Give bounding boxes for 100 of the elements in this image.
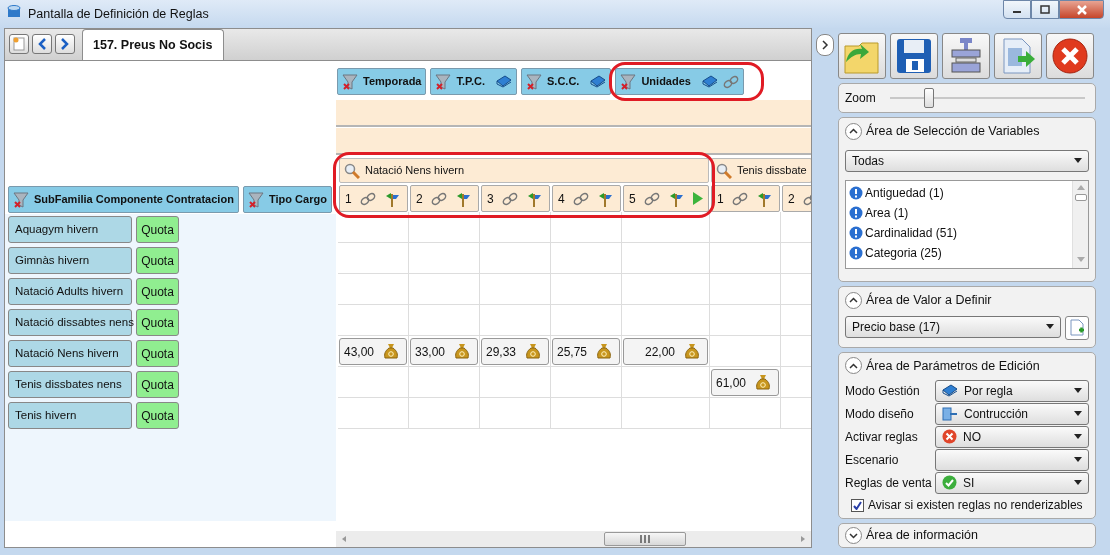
design-icon bbox=[942, 406, 958, 421]
minimize-button[interactable] bbox=[1003, 0, 1031, 19]
chevron-up-icon bbox=[849, 128, 858, 135]
link-icon bbox=[731, 191, 748, 206]
type-button[interactable]: Quota bbox=[136, 402, 179, 429]
column-header[interactable]: 3 bbox=[481, 185, 550, 212]
variable-item[interactable]: Cardinalidad (51) bbox=[849, 222, 958, 243]
type-button[interactable]: Quota bbox=[136, 216, 179, 243]
money-bag-icon bbox=[685, 343, 699, 360]
dimension-chip[interactable]: SubFamilia Componente Contratacion bbox=[8, 186, 239, 213]
variable-item[interactable]: Area (1) bbox=[849, 202, 958, 223]
row-header-button[interactable]: Gimnàs hivern bbox=[8, 247, 132, 274]
section-title: Área de Selección de Variables bbox=[866, 122, 1040, 140]
column-header[interactable]: 5 bbox=[623, 185, 709, 212]
press-button[interactable] bbox=[942, 33, 990, 79]
export-button[interactable] bbox=[994, 33, 1042, 79]
filter-dropdown[interactable]: Todas bbox=[845, 149, 1089, 172]
row-header-button[interactable]: Aquagym hivern bbox=[8, 216, 132, 243]
collapse-panel-button[interactable] bbox=[816, 34, 834, 56]
grid-cell bbox=[480, 212, 551, 243]
group-header[interactable]: Tenis dissbate bbox=[711, 158, 811, 183]
dimension-chip[interactable]: Tipo Cargo bbox=[243, 186, 332, 213]
column-header[interactable]: 4 bbox=[552, 185, 621, 212]
previous-button[interactable] bbox=[32, 34, 52, 54]
field-label: Modo Gestión bbox=[845, 382, 921, 400]
close-button[interactable] bbox=[1059, 0, 1104, 19]
dimension-chip[interactable]: S.C.C. bbox=[521, 68, 612, 95]
dimension-chip[interactable]: T.P.C. bbox=[430, 68, 517, 95]
grid-cell bbox=[338, 398, 409, 429]
field-dropdown[interactable] bbox=[935, 448, 1089, 471]
row-header-button[interactable]: Tenis hivern bbox=[8, 402, 132, 429]
field-dropdown[interactable]: NO bbox=[935, 425, 1089, 448]
value-cell[interactable]: 25,75 bbox=[552, 338, 620, 365]
grid-cell bbox=[338, 274, 409, 305]
chevron-up-icon bbox=[849, 362, 858, 369]
dimension-chip[interactable]: Temporada bbox=[337, 68, 427, 95]
caret-icon bbox=[1074, 158, 1082, 164]
row-header-button[interactable]: Natació Adults hivern bbox=[8, 278, 132, 305]
group-header[interactable]: Natació Nens hivern bbox=[339, 158, 709, 183]
value-cell[interactable]: 22,00 bbox=[623, 338, 708, 365]
link-icon bbox=[572, 191, 589, 206]
type-button[interactable]: Quota bbox=[136, 278, 179, 305]
grid-cell bbox=[710, 243, 781, 274]
variable-item[interactable]: Categoria (25) bbox=[849, 242, 958, 263]
add-document-button[interactable] bbox=[1065, 315, 1089, 340]
cancel-button[interactable] bbox=[1046, 33, 1094, 79]
maximize-button[interactable] bbox=[1031, 0, 1059, 19]
grid-cell bbox=[338, 243, 409, 274]
expander-button[interactable] bbox=[845, 122, 862, 140]
slider-thumb[interactable] bbox=[923, 88, 934, 108]
scrollbar-thumb[interactable] bbox=[604, 532, 686, 546]
variable-item[interactable]: Antiguedad (1) bbox=[849, 182, 958, 203]
caret-icon bbox=[1046, 324, 1054, 329]
row-header-button[interactable]: Tenis dissbates nens bbox=[8, 371, 132, 398]
field-label: Reglas de venta bbox=[845, 474, 933, 492]
magnifier-icon bbox=[716, 162, 732, 179]
tab[interactable]: 157. Preus No Socis bbox=[82, 29, 224, 60]
column-header[interactable]: 1 bbox=[711, 185, 780, 212]
magnifier-icon bbox=[344, 162, 360, 179]
expander-button[interactable] bbox=[845, 291, 862, 309]
info-icon bbox=[849, 225, 863, 240]
expander-button[interactable] bbox=[845, 357, 862, 375]
info-icon bbox=[849, 205, 863, 220]
value-cell[interactable]: 61,00 bbox=[711, 369, 779, 396]
column-header[interactable]: 1 bbox=[339, 185, 408, 212]
value-dropdown[interactable]: Precio base (17) bbox=[845, 315, 1061, 338]
expander-button[interactable] bbox=[845, 527, 862, 545]
checkbox[interactable] bbox=[851, 498, 864, 512]
field-dropdown[interactable]: Contrucción bbox=[935, 402, 1089, 425]
row-header-button[interactable]: Natació dissabtes nens bbox=[8, 309, 132, 336]
row-header-button[interactable]: Natació Nens hivern bbox=[8, 340, 132, 367]
type-button[interactable]: Quota bbox=[136, 247, 179, 274]
grid-cell bbox=[710, 212, 781, 243]
grid-cell bbox=[338, 212, 409, 243]
money-bag-icon bbox=[526, 343, 540, 360]
chevron-up-icon bbox=[849, 297, 858, 304]
caret-icon bbox=[1074, 457, 1082, 463]
value-cell[interactable]: 43,00 bbox=[339, 338, 407, 365]
value-cell[interactable]: 29,33 bbox=[481, 338, 549, 365]
money-bag-icon bbox=[597, 343, 611, 360]
section-title: Área de información bbox=[866, 526, 978, 545]
value-cell[interactable]: 33,00 bbox=[410, 338, 478, 365]
money-bag-icon bbox=[756, 374, 770, 391]
column-header[interactable]: 2 bbox=[410, 185, 479, 212]
save-button[interactable] bbox=[890, 33, 938, 79]
field-dropdown[interactable]: SI bbox=[935, 471, 1089, 494]
dimension-chip[interactable]: Unidades bbox=[615, 68, 744, 95]
cross-icon bbox=[942, 429, 957, 445]
column-header[interactable]: 2 bbox=[782, 185, 811, 212]
scroll-right-icon bbox=[799, 535, 807, 543]
field-dropdown[interactable]: Por regla bbox=[935, 379, 1089, 402]
new-document-button[interactable] bbox=[9, 34, 29, 54]
next-button[interactable] bbox=[55, 34, 75, 54]
type-button[interactable]: Quota bbox=[136, 309, 179, 336]
book-icon bbox=[942, 384, 958, 398]
type-button[interactable]: Quota bbox=[136, 371, 179, 398]
open-folder-button[interactable] bbox=[838, 33, 886, 79]
scrollbar-thumb[interactable] bbox=[1074, 193, 1087, 201]
type-button[interactable]: Quota bbox=[136, 340, 179, 367]
grid-cell bbox=[710, 305, 781, 336]
